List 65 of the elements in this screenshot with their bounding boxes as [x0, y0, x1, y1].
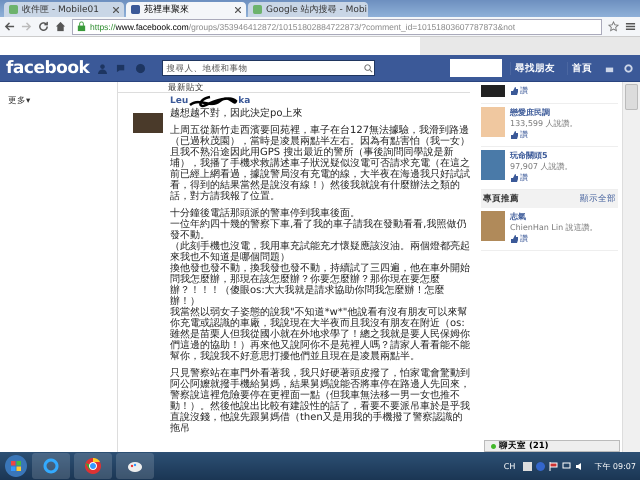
page-name[interactable]: 玩命關頭5	[510, 150, 573, 161]
page-name[interactable]: 志氣	[510, 211, 598, 222]
post-text: 一位年約四十幾的警察下車,看了我的車子請我在發動看看,我照做仍發不動。	[170, 219, 466, 241]
tray-icon[interactable]	[523, 462, 532, 470]
chat-bar[interactable]: 聊天室 (21)	[484, 440, 620, 452]
close-icon[interactable]	[235, 6, 241, 12]
search-field[interactable]: 搜尋人、地標和事物	[162, 60, 376, 76]
back-icon[interactable]	[4, 21, 15, 32]
page-name[interactable]: 戀愛庶民調	[510, 107, 578, 118]
star-icon[interactable]	[608, 21, 619, 32]
taskbar-button[interactable]	[74, 453, 112, 479]
section-heading: 最新貼文	[118, 82, 470, 93]
site-icon	[9, 5, 18, 14]
home-icon[interactable]	[55, 21, 66, 32]
blank-block	[450, 59, 502, 77]
post-text: 十分鐘後電話那頭派的警車停到我車後面。	[170, 208, 360, 219]
more-link[interactable]: 更多▾	[8, 96, 30, 106]
like-link[interactable]: 讚	[510, 172, 573, 183]
facebook-icon	[131, 5, 140, 14]
thumbs-up-icon	[510, 130, 518, 138]
post-text: 越想越不對，因此決定po上來	[170, 108, 304, 119]
flag-icon[interactable]	[549, 462, 558, 470]
like-count: 133,599 人說讚。	[510, 118, 578, 129]
like-count: 97,907 人說讚。	[510, 161, 573, 172]
tab-title: 苑裡車聚來	[144, 4, 190, 16]
post-text: 只見警察站在車門外看著我，我只好硬著頭皮撥了，怕家電會驚動到阿公阿嬤就撥手機給舅媽，結果舅媽說能否將車停在路邊人先回來，警察說這裡危險要停在更裡面一點（但我車無法移一男一女也推不動！）。然後他說出比較有建設性的話了，看要不要派吊車於是乎我直說沒錢，他說先跟舅媽借（then又是用我的手機撥了警察認識的拖吊	[170, 368, 470, 434]
like-link[interactable]: 讚	[510, 129, 578, 140]
tab-title: 收件匣 - Mobile01	[22, 4, 100, 16]
post-text: （此刻手機也沒電，我用車充試能充才懷疑應該沒油。兩個燈都亮起來我也不知道是哪個問題）	[170, 241, 470, 263]
author-name[interactable]: Leu	[170, 96, 188, 107]
facebook-logo[interactable]: facebook	[6, 58, 90, 78]
start-icon[interactable]	[4, 454, 28, 478]
clock[interactable]: 下午 09:07	[594, 460, 636, 472]
scrollbar[interactable]	[622, 82, 640, 452]
taskbar-button[interactable]	[116, 453, 154, 479]
network-icon[interactable]	[562, 462, 572, 470]
close-icon[interactable]	[113, 6, 119, 12]
nav-link[interactable]: 首頁	[567, 62, 596, 74]
show-all-link[interactable]: 顯示全部	[580, 193, 616, 205]
thumbs-up-icon	[510, 234, 518, 242]
post-text: 我當然以弱女子姿態的說我"不知道*w*"他說看有沒有朋友可以來幫你充電或認識的車廠，我說現在大半夜而且我沒有朋友在附近（os:雖然是苗栗人但我從國小就在外地求學了！總之我就是要人民保姆你們這邊的協助！）再來他又說阿你不是苑裡人嗎？請家人看看能不能幫你，我說我不好意思打擾他們並且現在是凌晨兩點半。	[170, 307, 470, 362]
scribble-drawing	[188, 94, 238, 108]
section-header: 專頁推薦 顯示全部	[481, 190, 618, 208]
like-count: ChienHan Lin 說這讚。	[510, 222, 598, 233]
tab-title: Google 站內搜尋 - Mobi	[266, 4, 368, 16]
post-text: 上周五從新竹走西濱要回苑裡，車子在台127無法據驗，我滑到路邊（已過秋茂園），當時是凌晨兩點半左右。因為有點害怕（我一女）且我不熟沿途因此用GPS 搜出最近的警所（事後詢問同學說是新埔），我播了手機求救講述車子狀況疑似沒電可否請求充電（在這之前已經上網看過，據說警局沒有充電的線，大半夜在海邊我只好試試看，得到的結果當然是說沒有線！）然後我就說有什麼辦法之類的話，對方請我報了位置。	[170, 125, 470, 202]
nav-link[interactable]: 尋找朋友	[510, 62, 559, 74]
language-indicator[interactable]: CH	[504, 462, 516, 470]
like-link[interactable]: 讚	[510, 85, 528, 96]
like-link[interactable]: 讚	[510, 233, 598, 244]
thumbs-up-icon	[510, 174, 518, 182]
browser-icon	[42, 457, 60, 475]
author-name[interactable]: ka	[238, 96, 250, 107]
chrome-icon	[84, 457, 102, 475]
settings-icon[interactable]	[623, 62, 634, 74]
reload-icon[interactable]	[38, 21, 49, 32]
post-text: 換他發也發不動，換我發也發不動，持續試了三四遍，他在車外開始問我怎麼辦，那現在該怎麼辦？你要怎麼辦？那你現在要怎麼辦？！！！（傻眼os:大大我就是請求協助你問我怎麼辦！怎麼辦！）	[170, 263, 470, 307]
thumbs-up-icon	[510, 86, 518, 94]
browser-tab[interactable]: 收件匣 - Mobile01	[4, 2, 124, 17]
browser-tab[interactable]: Google 站內搜尋 - Mobi	[248, 2, 368, 17]
site-icon	[253, 5, 262, 14]
menu-icon[interactable]	[625, 21, 636, 32]
browser-tab[interactable]: 苑裡車聚來	[126, 2, 246, 17]
search-icon[interactable]	[363, 62, 374, 74]
address-field[interactable]: https://www.facebook.com/groups/353946412872/10151802884722873/?comment_id=10151803607787873&not	[72, 18, 602, 34]
